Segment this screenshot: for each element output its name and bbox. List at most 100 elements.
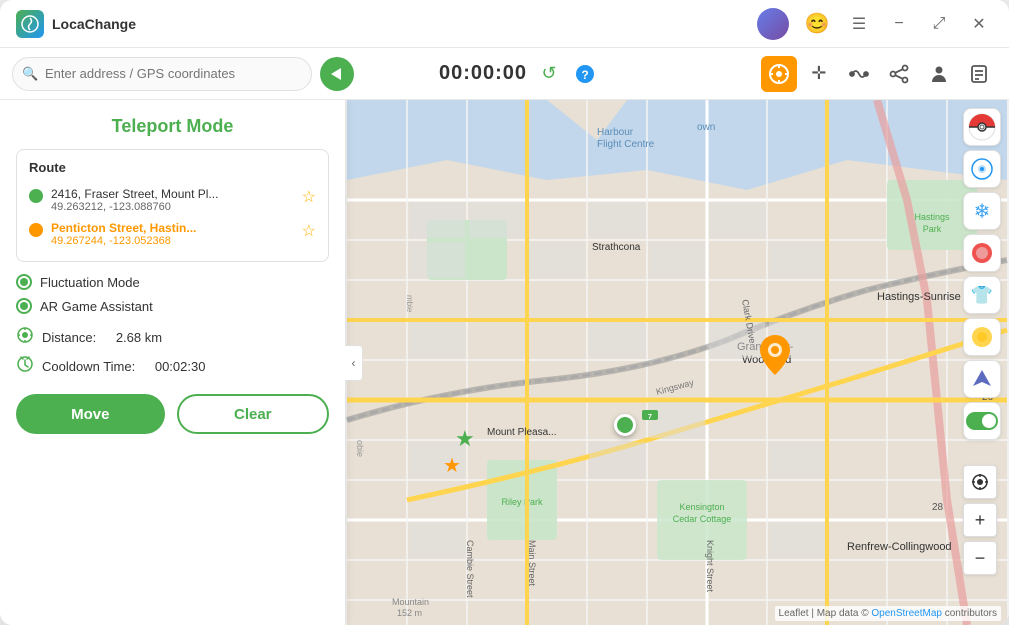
title-bar: LocaChange 😊 ☰ − ⤢ ✕ <box>0 0 1009 48</box>
svg-text:Riley Park: Riley Park <box>501 497 543 507</box>
option-ar: AR Game Assistant <box>16 298 329 314</box>
svg-text:Flight Centre: Flight Centre <box>597 139 655 150</box>
toggle-button[interactable] <box>963 402 1001 440</box>
route-label: Route <box>29 160 316 175</box>
radio-fluctuation-inner <box>20 278 28 286</box>
go-button[interactable] <box>320 57 354 91</box>
window-controls: 😊 ☰ − ⤢ ✕ <box>757 8 993 40</box>
history-button[interactable] <box>961 56 997 92</box>
zoom-out-icon: − <box>975 548 986 569</box>
svg-text:Knight Street: Knight Street <box>705 540 715 593</box>
svg-text:Cambie Street: Cambie Street <box>465 540 475 598</box>
right-tools: ❄ 👕 <box>963 108 1001 440</box>
search-icon: 🔍 <box>22 66 38 82</box>
zoom-out-button[interactable]: − <box>963 541 997 575</box>
collapse-arrow[interactable]: ‹ <box>345 345 363 381</box>
fluctuation-mode-label: Fluctuation Mode <box>40 275 140 290</box>
route-text-2: Penticton Street, Hastin... 49.267244, -… <box>51 221 294 247</box>
user-avatar-button[interactable] <box>757 8 789 40</box>
star-button-1[interactable]: ☆ <box>302 187 316 207</box>
info-section: Distance: 2.68 km Cooldown Time: 00:02:3… <box>16 326 329 378</box>
help-button[interactable]: ? <box>571 60 599 88</box>
svg-text:Strathcona: Strathcona <box>592 242 641 253</box>
svg-text:obie: obie <box>355 440 365 457</box>
arrow-button[interactable] <box>963 360 1001 398</box>
svg-text:mbie: mbie <box>405 295 414 313</box>
compass-button[interactable] <box>963 150 1001 188</box>
svg-text:Mount Pleasa...: Mount Pleasa... <box>487 427 556 438</box>
cooldown-item: Cooldown Time: 00:02:30 <box>16 355 329 378</box>
route-name-2: Penticton Street, Hastin... <box>51 221 294 235</box>
locate-button[interactable] <box>963 465 997 499</box>
timer-display: 00:00:00 <box>439 62 527 85</box>
timer-section: 00:00:00 ↺ ? <box>439 60 599 88</box>
map-attribution: Leaflet | Map data © OpenStreetMap contr… <box>775 606 1001 621</box>
cooldown-icon <box>16 355 34 378</box>
timer-refresh-button[interactable]: ↺ <box>535 60 563 88</box>
maximize-button[interactable]: ⤢ <box>925 10 953 38</box>
svg-text:own: own <box>697 122 715 133</box>
emoji-button[interactable]: 😊 <box>801 8 833 40</box>
action-buttons: Move Clear <box>16 394 329 434</box>
route-card: Route 2416, Fraser Street, Mount Pl... 4… <box>16 149 329 262</box>
map-svg: Hastings Park Riley Park Kensington Ceda… <box>345 100 1009 625</box>
star-marker-2: ★ <box>443 453 461 478</box>
cooldown-label: Cooldown Time: <box>42 359 135 374</box>
svg-text:152 m: 152 m <box>397 608 422 618</box>
pokeball-button[interactable] <box>963 108 1001 146</box>
distance-item: Distance: 2.68 km <box>16 326 329 349</box>
svg-text:Hastings-Sunrise: Hastings-Sunrise <box>877 291 961 303</box>
app-window: LocaChange 😊 ☰ − ⤢ ✕ 🔍 00:00:00 ↺ <box>0 0 1009 625</box>
route-item-2: Penticton Street, Hastin... 49.267244, -… <box>29 217 316 251</box>
route-mode-button[interactable] <box>841 56 877 92</box>
route-coords-2: 49.267244, -123.052368 <box>51 235 294 247</box>
cooldown-value: 00:02:30 <box>155 359 206 374</box>
zoom-controls: + − <box>963 465 997 575</box>
person-button[interactable] <box>921 56 957 92</box>
distance-icon <box>16 326 34 349</box>
attribution-link[interactable]: OpenStreetMap <box>871 608 942 619</box>
ar-game-label: AR Game Assistant <box>40 299 153 314</box>
star-button-2[interactable]: ☆ <box>302 221 316 241</box>
clear-button[interactable]: Clear <box>177 394 330 434</box>
minimize-button[interactable]: − <box>885 10 913 38</box>
move-button[interactable]: Move <box>16 394 165 434</box>
route-text-1: 2416, Fraser Street, Mount Pl... 49.2632… <box>51 187 294 213</box>
route-name-1: 2416, Fraser Street, Mount Pl... <box>51 187 294 201</box>
close-button[interactable]: ✕ <box>965 10 993 38</box>
move-mode-button[interactable]: ✛ <box>801 56 837 92</box>
route-item-1: 2416, Fraser Street, Mount Pl... 49.2632… <box>29 183 316 217</box>
svg-text:Renfrew-Collingwood: Renfrew-Collingwood <box>847 541 952 553</box>
radio-ar-inner <box>20 302 28 310</box>
search-input[interactable] <box>12 57 312 91</box>
svg-text:Hastings: Hastings <box>914 212 950 222</box>
radio-ar <box>16 298 32 314</box>
snowflake-button[interactable]: ❄ <box>963 192 1001 230</box>
svg-text:Park: Park <box>923 224 942 234</box>
shirt-button[interactable]: 👕 <box>963 276 1001 314</box>
destination-marker <box>760 335 790 380</box>
svg-text:Cedar Cottage: Cedar Cottage <box>673 514 732 524</box>
attribution-suffix: contributors <box>945 608 997 619</box>
zoom-in-icon: + <box>975 510 986 531</box>
menu-button[interactable]: ☰ <box>845 10 873 38</box>
green-waypoint-marker <box>614 414 636 436</box>
candy-button[interactable] <box>963 318 1001 356</box>
route-coords-1: 49.263212, -123.088760 <box>51 201 294 213</box>
attribution-prefix: Leaflet | Map data © <box>779 608 872 619</box>
red-circle-button[interactable] <box>963 234 1001 272</box>
teleport-mode-button[interactable] <box>761 56 797 92</box>
star-marker-1: ★ <box>455 426 475 452</box>
app-title: LocaChange <box>52 16 757 32</box>
share-button[interactable] <box>881 56 917 92</box>
options-section: Fluctuation Mode AR Game Assistant <box>16 274 329 314</box>
toolbar: 🔍 00:00:00 ↺ ? <box>0 48 1009 100</box>
svg-text:Main Street: Main Street <box>527 540 537 587</box>
zoom-in-button[interactable]: + <box>963 503 997 537</box>
map-container[interactable]: Hastings Park Riley Park Kensington Ceda… <box>345 100 1009 625</box>
app-logo <box>16 10 44 38</box>
map-tools: ✛ <box>761 56 997 92</box>
svg-text:Kensington: Kensington <box>679 502 724 512</box>
distance-value: 2.68 km <box>116 330 162 345</box>
svg-text:Mountain: Mountain <box>392 597 429 607</box>
